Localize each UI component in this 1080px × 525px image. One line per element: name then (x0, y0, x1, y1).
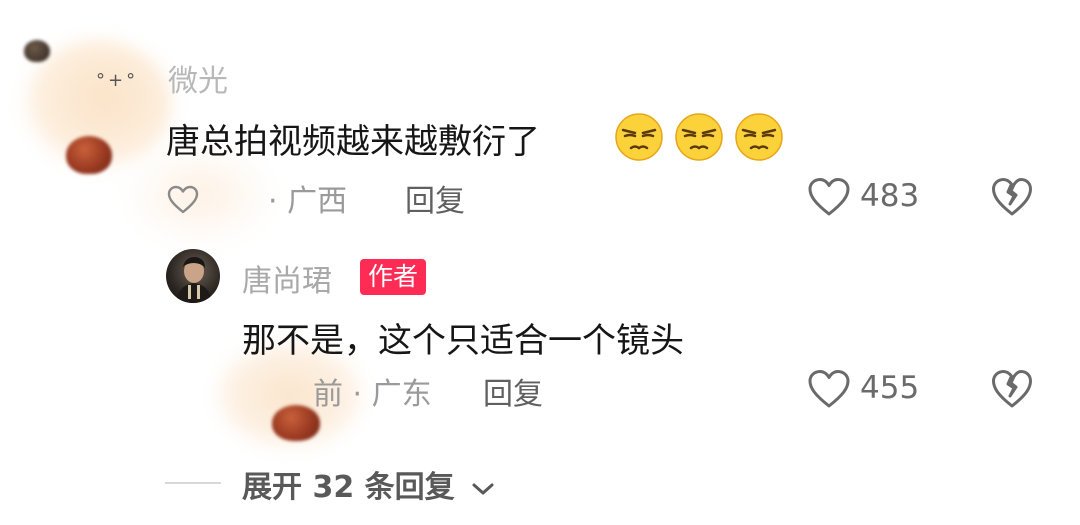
disdain-face-emoji (675, 113, 723, 161)
comment-username[interactable]: 微光 (168, 56, 228, 100)
comment-thread: °+° 微光 唐总拍视频越来越敷衍了 · 广西 回复 483 唐尚珺 作者 那不… (0, 0, 1080, 525)
sparkle-decoration: °+° (96, 70, 139, 91)
reply-button[interactable]: 回复 (483, 369, 543, 413)
small-heart-icon[interactable] (166, 184, 200, 216)
expand-divider (165, 482, 221, 484)
reply-location: 前 · 广东 (313, 377, 432, 412)
chestnut-decoration (66, 136, 112, 174)
reply-username[interactable]: 唐尚珺 (242, 256, 332, 300)
heart-icon[interactable] (806, 368, 852, 410)
chevron-down-icon (472, 483, 494, 494)
reply-text: 那不是，这个只适合一个镜头 (242, 321, 684, 361)
author-avatar[interactable] (166, 249, 220, 303)
like-count: 455 (860, 370, 920, 406)
expand-replies-button[interactable]: 展开 32 条回复 (242, 462, 497, 506)
disdain-face-emoji (615, 113, 663, 161)
author-badge: 作者 (360, 259, 427, 295)
broken-heart-icon[interactable] (990, 176, 1034, 218)
avatar-portrait (176, 257, 212, 303)
heart-icon[interactable] (806, 176, 852, 218)
expand-replies-label: 展开 32 条回复 (242, 470, 455, 505)
like-count: 483 (860, 178, 920, 214)
comment-text: 唐总拍视频越来越敷衍了 (166, 122, 540, 162)
broken-heart-icon[interactable] (990, 368, 1034, 410)
disdain-face-emoji (735, 113, 783, 161)
chestnut-decoration (24, 40, 50, 62)
comment-location: · 广西 (268, 184, 348, 219)
reply-button[interactable]: 回复 (405, 176, 465, 220)
